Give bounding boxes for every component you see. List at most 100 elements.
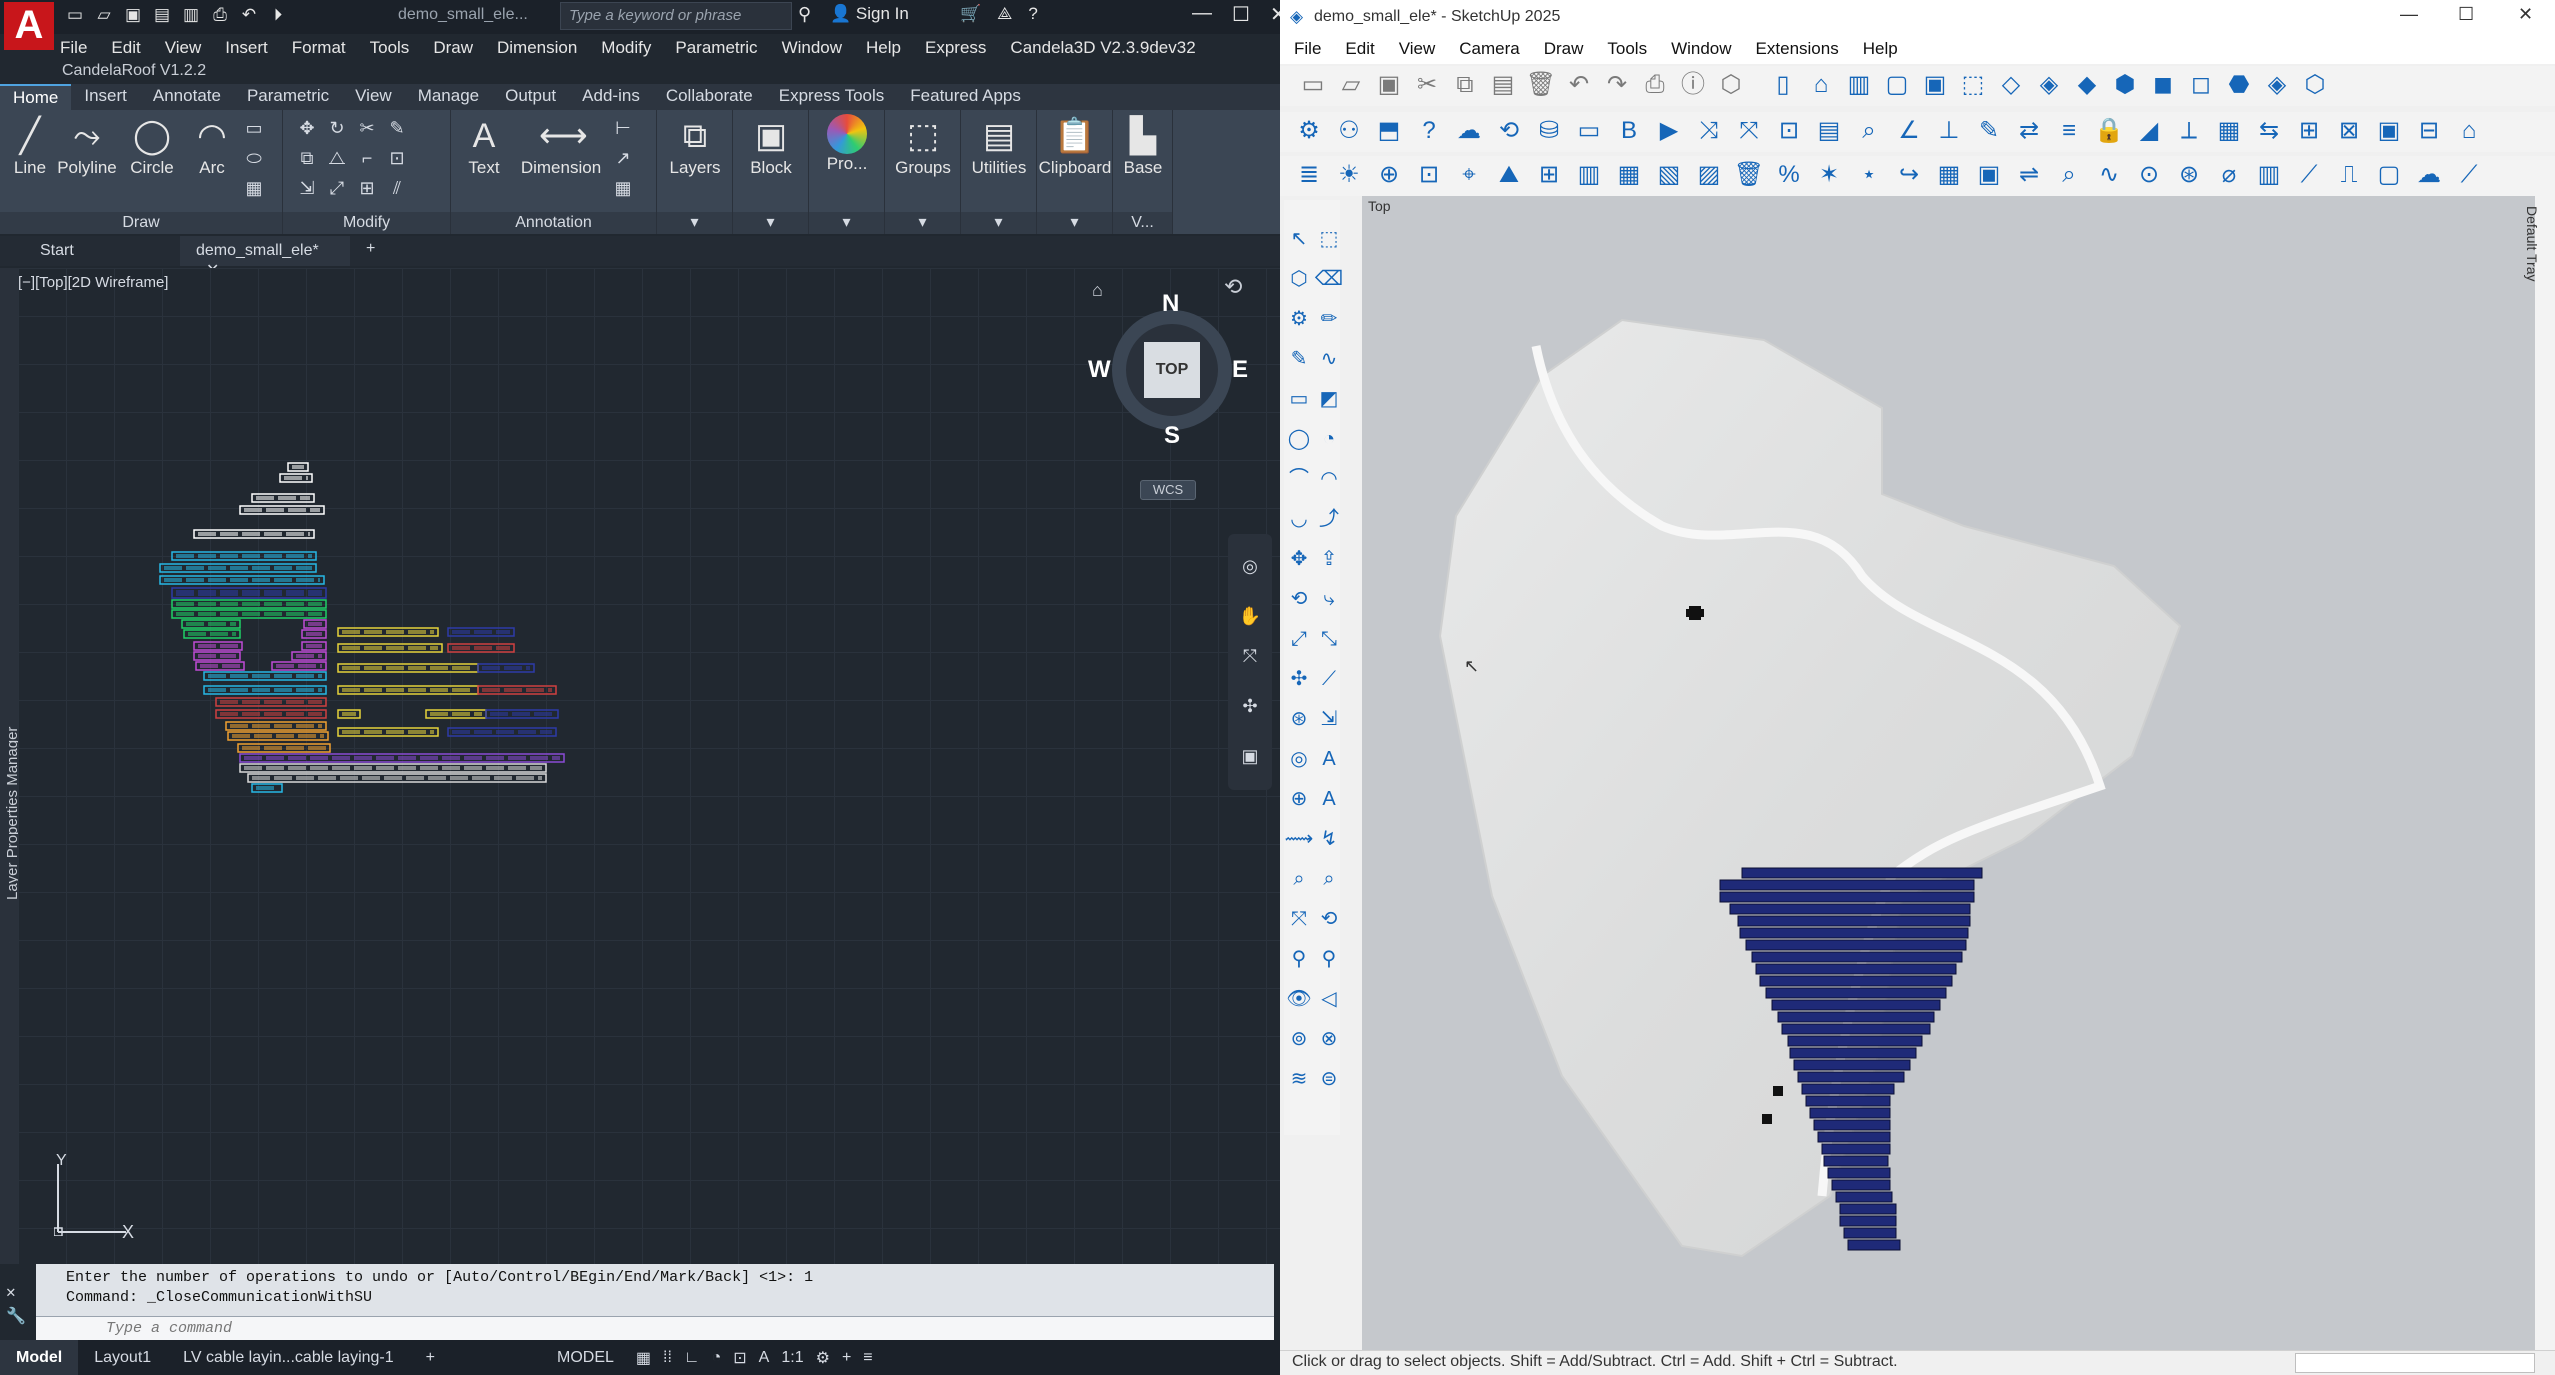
solar-panel-row[interactable]: [1719, 891, 1975, 903]
panel-row[interactable]: [291, 651, 327, 661]
extension-button-icon[interactable]: ✶: [1812, 158, 1846, 192]
extension-button-icon[interactable]: ⊡: [1412, 158, 1446, 192]
solar-panel-row[interactable]: [1797, 1071, 1905, 1083]
polar-icon[interactable]: ◔: [706, 1349, 728, 1367]
panel-row[interactable]: [485, 709, 559, 719]
new-tab-icon[interactable]: +: [350, 236, 391, 266]
drawing-tool-icon[interactable]: ✥: [1284, 542, 1314, 576]
layout1-tab[interactable]: Layout1: [78, 1349, 167, 1367]
menu-express[interactable]: Express: [925, 38, 986, 58]
drawing-tool-icon[interactable]: ⊜: [1314, 1062, 1344, 1096]
extension-button-icon[interactable]: ⊙: [2132, 158, 2166, 192]
drawing-tool-icon[interactable]: ⚙: [1284, 302, 1314, 336]
search-input[interactable]: Type a keyword or phrase: [560, 2, 792, 30]
panel-row[interactable]: [183, 629, 241, 639]
extension-button-icon[interactable]: ▣: [2372, 114, 2406, 148]
panel-row[interactable]: [337, 709, 361, 719]
menu-modify[interactable]: Modify: [601, 38, 651, 58]
solar-panel-row[interactable]: [1781, 1023, 1931, 1035]
ellipse-icon[interactable]: ⬭: [242, 146, 266, 170]
properties-panel-expand[interactable]: ▾: [809, 212, 884, 234]
erase-icon[interactable]: ✎: [385, 116, 409, 140]
tab-parametric[interactable]: Parametric: [234, 84, 342, 110]
drawing-tool-icon[interactable]: ✣: [1284, 662, 1314, 696]
drawing-tool-icon[interactable]: ⚲: [1284, 942, 1314, 976]
extension-button-icon[interactable]: ≡: [2052, 114, 2086, 148]
ortho-icon[interactable]: ∟: [678, 1349, 706, 1367]
base-button[interactable]: ▙ Base: [1117, 114, 1169, 178]
extension-button-icon[interactable]: ⇄: [2012, 114, 2046, 148]
utilities-button[interactable]: ▤ Utilities: [963, 114, 1035, 178]
su-menu-window[interactable]: Window: [1671, 39, 1731, 59]
command-input[interactable]: Type a command: [36, 1316, 1274, 1342]
panel-row[interactable]: [181, 619, 241, 629]
tab-home[interactable]: Home: [0, 84, 72, 110]
extension-button-icon[interactable]: ⌖: [1452, 158, 1486, 192]
extension-button-icon[interactable]: ▦: [1932, 158, 1966, 192]
toolbar-button-icon[interactable]: ◈: [2032, 68, 2066, 102]
drawing-tool-icon[interactable]: ▭: [1284, 382, 1314, 416]
viewcube-top-face[interactable]: TOP: [1144, 342, 1200, 398]
extension-button-icon[interactable]: ⤨: [1692, 114, 1726, 148]
drawing-tool-icon[interactable]: ≋: [1284, 1062, 1314, 1096]
panel-row[interactable]: [447, 643, 515, 653]
extension-button-icon[interactable]: ∿: [2092, 158, 2126, 192]
compass-south[interactable]: S: [1164, 422, 1180, 450]
annotation-scale-icon[interactable]: A: [753, 1349, 776, 1367]
solar-panel-row[interactable]: [1737, 915, 1971, 927]
drawing-tool-icon[interactable]: ◎: [1284, 742, 1314, 776]
drawing-tool-icon[interactable]: ⟿: [1284, 822, 1314, 856]
circle-button[interactable]: ◯ Circle: [124, 114, 180, 178]
panel-row[interactable]: [337, 727, 439, 737]
leader-icon[interactable]: ↗: [611, 146, 635, 170]
grid-icon[interactable]: ▦: [630, 1348, 657, 1368]
solar-panel-row[interactable]: [1805, 1095, 1891, 1107]
block-panel-expand[interactable]: ▾: [733, 212, 808, 234]
extension-button-icon[interactable]: ⚇: [1332, 114, 1366, 148]
share-icon[interactable]: ⟁: [997, 4, 1012, 24]
compass-north[interactable]: N: [1162, 290, 1179, 318]
sketchup-viewport[interactable]: ↖: [1362, 196, 2535, 1350]
extension-button-icon[interactable]: ?: [1412, 114, 1446, 148]
menu-file[interactable]: File: [60, 38, 87, 58]
copy-icon[interactable]: ⧉: [295, 146, 319, 170]
panel-row[interactable]: [337, 643, 443, 653]
binoculars-icon[interactable]: ⚲: [798, 4, 811, 25]
su-menu-file[interactable]: File: [1294, 39, 1321, 59]
toolbar-button-icon[interactable]: ▢: [1880, 68, 1914, 102]
drawing-tool-icon[interactable]: ⤡: [1314, 622, 1344, 656]
open-icon[interactable]: ▱: [93, 4, 115, 26]
extension-button-icon[interactable]: ≣: [1292, 158, 1326, 192]
drawing-tool-icon[interactable]: ⌫: [1314, 262, 1344, 296]
undo-icon[interactable]: ↶: [238, 4, 260, 26]
block-button[interactable]: ▣ Block: [739, 114, 803, 178]
toolbar-button-icon[interactable]: 🗑: [1524, 68, 1558, 102]
groups-button[interactable]: ⬚ Groups: [891, 114, 955, 178]
osnap-icon[interactable]: ⊡: [727, 1348, 752, 1368]
toolbar-button-icon[interactable]: ▣: [1372, 68, 1406, 102]
drawing-tool-icon[interactable]: ⌕: [1314, 862, 1344, 896]
su-menu-edit[interactable]: Edit: [1345, 39, 1374, 59]
panel-row[interactable]: [239, 505, 325, 515]
menu-help[interactable]: Help: [866, 38, 901, 58]
drawing-tool-icon[interactable]: ⤧: [1284, 902, 1314, 936]
toolbar-button-icon[interactable]: ▥: [1842, 68, 1876, 102]
showmotion-icon[interactable]: ▣: [1238, 744, 1262, 768]
plot-icon[interactable]: ⎙: [209, 4, 231, 26]
extension-button-icon[interactable]: ⊞: [1532, 158, 1566, 192]
close-icon[interactable]: ✕: [2518, 4, 2533, 25]
extension-button-icon[interactable]: ⟋: [2292, 158, 2326, 192]
default-tray-label[interactable]: Default Tray: [2524, 206, 2540, 281]
toolbar-button-icon[interactable]: ⌂: [1804, 68, 1838, 102]
solar-panel-row[interactable]: [1755, 963, 1957, 975]
panel-row[interactable]: [171, 551, 317, 561]
mirror-icon[interactable]: ⧍: [325, 146, 349, 170]
save-icon[interactable]: ▣: [122, 4, 144, 26]
panel-row[interactable]: [239, 753, 565, 763]
solar-panel-row[interactable]: [1777, 1011, 1935, 1023]
modify-panel-title[interactable]: Modify: [283, 212, 450, 234]
extension-button-icon[interactable]: ⌕: [1852, 114, 1886, 148]
scale-label[interactable]: 1:1: [775, 1349, 809, 1367]
trim-icon[interactable]: ✂: [355, 116, 379, 140]
arc-button[interactable]: ◠ Arc: [186, 114, 238, 178]
